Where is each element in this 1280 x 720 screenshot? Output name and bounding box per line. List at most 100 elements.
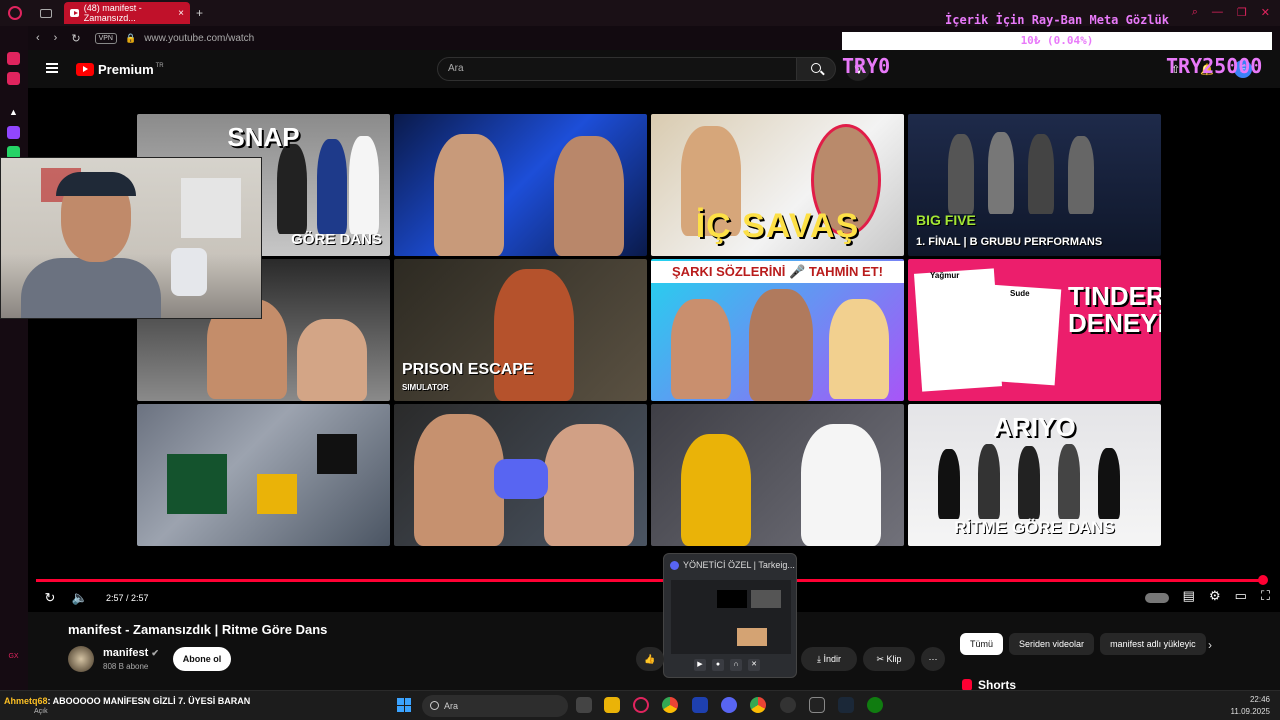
channel-avatar[interactable] [68, 646, 94, 672]
discord-icon [670, 560, 679, 570]
camera-icon[interactable]: ▶ [694, 659, 706, 671]
thumbnail[interactable]: ŞARKI SÖZLERİNİ 🎤 TAHMİN ET! [651, 259, 904, 401]
app-icon[interactable] [692, 697, 708, 713]
sidebar-app-icon[interactable] [7, 52, 20, 65]
subscribe-button[interactable]: Abone ol [173, 647, 231, 671]
thumbnail-subcaption: RİTME GÖRE DANS [954, 518, 1115, 538]
chrome-icon[interactable] [662, 697, 678, 713]
vpn-badge[interactable]: VPN [94, 32, 117, 44]
donation-goal-target: TRY25000 [1166, 54, 1263, 78]
discord-stream-preview[interactable] [671, 580, 791, 654]
donation-goal-progress: 10₺ (0.04%) [842, 32, 1272, 50]
discord-popup-title: YÖNETİCİ ÖZEL | Tarkeig... [683, 560, 795, 570]
taskbar-search[interactable]: Ara [422, 695, 568, 717]
thumbnail[interactable]: PRISON ESCAPE SIMULATOR [394, 259, 647, 401]
clock-date: 11.09.2025 [1230, 707, 1270, 716]
chip-series[interactable]: Seriden videolar [1009, 633, 1095, 655]
chip-uploader[interactable]: manifest adlı yükleyic [1100, 633, 1207, 655]
xbox-icon[interactable] [867, 697, 883, 713]
chevron-right-icon[interactable]: › [1208, 638, 1212, 652]
tab-strip-icon[interactable] [40, 8, 52, 18]
channel-name-text: manifest [103, 647, 149, 659]
discord-preview-popup[interactable]: YÖNETİCİ ÖZEL | Tarkeig... ▶ ● ∩ ✕ [663, 553, 797, 678]
profile-name: Yağmur [930, 271, 960, 280]
chat-username: Ahmetq68 [4, 696, 48, 706]
download-icon: ⤓ [816, 654, 821, 664]
search-input[interactable]: Ara [437, 57, 797, 81]
sidebar-app-icon[interactable] [7, 72, 20, 85]
settings-gear-icon[interactable]: ⚙ [1209, 588, 1221, 604]
epic-games-icon[interactable] [809, 697, 825, 713]
app-icon[interactable] [780, 697, 796, 713]
time-display: 2:57 / 2:57 [106, 593, 149, 603]
file-explorer-icon[interactable] [604, 697, 620, 713]
profile-name: Sude [1010, 289, 1030, 298]
lock-icon[interactable]: 🔒 [125, 33, 136, 44]
discord-icon[interactable] [721, 697, 737, 713]
more-actions-icon[interactable]: ⋯ [921, 647, 945, 671]
forward-icon[interactable]: › [54, 32, 58, 45]
thumbnail-caption: PRISON ESCAPE [402, 361, 534, 379]
search-button[interactable] [796, 57, 836, 81]
sidebar-twitch-icon[interactable] [7, 126, 20, 139]
thumbnail[interactable]: İÇ SAVAŞ [651, 114, 904, 256]
thumbnail-caption: ŞARKI SÖZLERİNİ 🎤 TAHMİN ET! [651, 261, 904, 283]
player-controls: ↻ 🔈 2:57 / 2:57 ▤ ⚙ ▭ ⛶ [28, 584, 1280, 612]
tab-close-icon[interactable]: × [178, 8, 184, 19]
thumbnail-caption: SNAP [227, 122, 300, 152]
youtube-header: Premium TR Ara 🎙 ⇧ 🔔 E [28, 50, 1280, 88]
volume-icon[interactable]: 🔈 [68, 590, 92, 606]
subscriber-count: 808 B abone [103, 662, 149, 671]
thumbnail[interactable]: ARIYO RİTME GÖRE DANS [908, 404, 1161, 546]
thumbnail[interactable]: BIG FIVE 1. FİNAL | B GRUBU PERFORMANS [908, 114, 1161, 256]
fullscreen-icon[interactable]: ⛶ [1261, 588, 1270, 604]
logo-text: Premium [98, 62, 154, 77]
youtube-logo[interactable]: Premium TR [76, 62, 164, 77]
thumbnail[interactable] [137, 404, 390, 546]
donation-goal-start: TRY0 [842, 54, 891, 78]
chat-message: Ahmetq68: ABOOOOO MANİFESN GİZLİ 7. ÜYES… [4, 696, 250, 706]
download-button[interactable]: ⤓ İndir [801, 647, 857, 671]
steam-icon[interactable] [838, 697, 854, 713]
youtube-favicon-icon [70, 9, 79, 17]
new-tab-icon[interactable]: + [196, 6, 203, 20]
mic-icon[interactable]: ● [712, 659, 724, 671]
task-view-icon[interactable] [576, 697, 592, 713]
related-chips: Tümü Seriden videolar manifest adlı yükl… [960, 633, 1207, 655]
status-text: Açık [34, 708, 48, 715]
subtitles-icon[interactable]: ▤ [1183, 588, 1195, 604]
headphones-icon[interactable]: ∩ [730, 659, 742, 671]
youtube-play-icon [76, 63, 94, 76]
like-icon[interactable]: 👍 [636, 647, 664, 671]
thumbnail[interactable] [394, 404, 647, 546]
chrome-icon[interactable] [750, 697, 766, 713]
sidebar-aria-icon[interactable]: ▲ [7, 106, 20, 119]
url-field[interactable]: www.youtube.com/watch [144, 33, 254, 44]
tab-title: (48) manifest - Zamansızd... [83, 3, 142, 23]
thumbnail[interactable] [651, 404, 904, 546]
channel-name[interactable]: manifest ✔ [103, 647, 159, 659]
opera-logo-icon[interactable] [8, 6, 22, 20]
chip-all[interactable]: Tümü [960, 633, 1004, 655]
thumbnail-caption: TINDER DENEYİ [1068, 281, 1161, 339]
theater-mode-icon[interactable]: ▭ [1235, 588, 1247, 604]
thumbnail-caption: BIG FIVE [916, 211, 976, 228]
clip-label: Klip [886, 654, 902, 664]
back-icon[interactable]: ‹ [36, 32, 40, 45]
system-clock[interactable]: 22:46 11.09.2025 [1231, 694, 1270, 718]
autoplay-toggle[interactable] [1144, 593, 1169, 603]
opera-gx-icon[interactable] [633, 697, 649, 713]
browser-sidebar: ▲ GX [0, 26, 28, 690]
disconnect-icon[interactable]: ✕ [748, 659, 760, 671]
browser-tab-youtube[interactable]: (48) manifest - Zamansızd... × [64, 2, 190, 24]
clip-button[interactable]: ✂ Klip [863, 647, 915, 671]
start-menu-icon[interactable] [397, 698, 411, 712]
sidebar-gx-icon[interactable]: GX [7, 650, 20, 663]
menu-icon[interactable] [46, 63, 58, 73]
progress-bar[interactable] [36, 579, 1264, 582]
thumbnail-subcaption: 1. FİNAL | B GRUBU PERFORMANS [916, 235, 1103, 248]
thumbnail[interactable]: Yağmur Sude TINDER DENEYİ [908, 259, 1161, 401]
thumbnail[interactable] [394, 114, 647, 256]
replay-icon[interactable]: ↻ [38, 590, 62, 606]
reload-icon[interactable]: ↻ [71, 32, 80, 45]
